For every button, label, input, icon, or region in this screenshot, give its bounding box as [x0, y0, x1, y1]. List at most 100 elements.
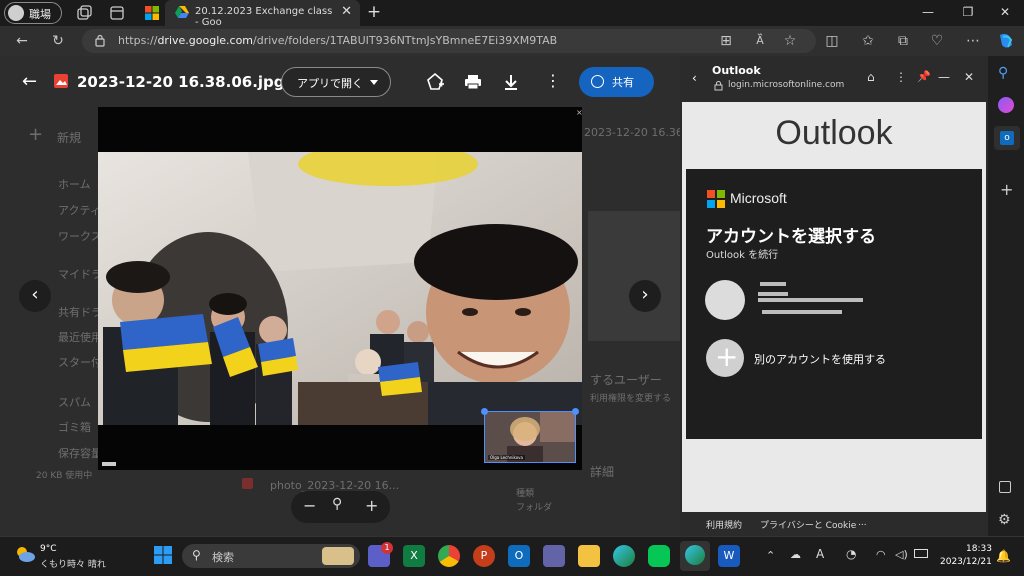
storage-usage: 20 KB 使用中 [36, 471, 93, 481]
new-tab-button[interactable]: + [364, 2, 384, 22]
pip-resize-handle[interactable] [481, 408, 488, 415]
plus-icon: + [28, 124, 44, 145]
file-explorer-icon[interactable] [578, 545, 600, 567]
panel-more-icon[interactable]: ⋮ [895, 70, 907, 84]
type-value: フォルダ [516, 503, 553, 513]
read-aloud-icon[interactable]: A᷈ [750, 32, 770, 50]
print-icon[interactable] [463, 72, 483, 92]
magnifier-icon[interactable]: ⚲ [332, 496, 342, 512]
notification-bell-icon[interactable]: 🔔 [996, 549, 1011, 563]
temperature: 9°C [40, 544, 57, 554]
signal-icon [102, 462, 116, 466]
pip-resize-handle[interactable] [572, 408, 579, 415]
split-screen-icon[interactable]: ◫ [822, 32, 842, 50]
add-shortcut-icon[interactable] [425, 72, 445, 92]
search-placeholder: 検索 [212, 551, 234, 564]
excel-icon[interactable]: X [403, 545, 425, 567]
url-text[interactable]: https://drive.google.com/drive/folders/1… [118, 34, 557, 47]
battery-icon[interactable] [914, 549, 928, 558]
more-options-icon[interactable]: ⋮ [545, 71, 561, 90]
panel-close-icon[interactable]: ✕ [964, 70, 974, 84]
favorites-icon[interactable]: ✩ [858, 32, 878, 50]
clock-date[interactable]: 2023/12/21 [940, 557, 992, 567]
tab-active[interactable]: 20.12.2023 Exchange class - Goo ✕ [165, 0, 360, 28]
terms-link[interactable]: 利用規約 [706, 518, 742, 531]
microsoft-brand: Microsoft [730, 190, 787, 206]
apps-icon[interactable]: ⊞ [716, 32, 736, 50]
collections-icon[interactable]: ⧉ [893, 32, 913, 50]
teams-icon[interactable] [543, 545, 565, 567]
nav-item-home: ホーム [58, 178, 91, 191]
lock-icon[interactable] [94, 34, 106, 47]
account-picker-heading: アカウントを選択する [706, 227, 876, 247]
profile-button[interactable]: 職場 [4, 2, 62, 24]
panel-back-icon[interactable]: ‹ [692, 71, 697, 85]
copilot-icon[interactable] [996, 31, 1016, 51]
line-icon[interactable] [648, 545, 670, 567]
copilot-sidebar-icon[interactable] [998, 97, 1014, 113]
taskbar-search[interactable]: ⚲ 検索 [182, 544, 360, 568]
pip-video[interactable]: Olga Lechnikova [484, 411, 576, 463]
avatar [8, 5, 24, 21]
use-other-account[interactable]: + 別のアカウントを使用する [700, 333, 970, 383]
outlook-app-icon[interactable]: O [508, 545, 530, 567]
focus-icon[interactable]: ◔ [846, 547, 856, 561]
more-icon[interactable]: ⋯ [963, 32, 983, 50]
ime-icon[interactable]: A [816, 547, 824, 561]
back-arrow-icon[interactable]: ← [22, 73, 37, 91]
edge-active-icon[interactable] [680, 541, 710, 571]
search-highlight-icon [322, 547, 354, 565]
download-icon[interactable] [501, 72, 521, 92]
windows-start-icon[interactable] [153, 545, 173, 565]
tab-title: 20.12.2023 Exchange class - Goo [195, 6, 333, 28]
zoom-out-icon[interactable]: − [303, 496, 316, 515]
outlook-logo: Outlook [775, 114, 893, 152]
outlook-sidebar-icon[interactable]: o [994, 126, 1020, 150]
back-icon[interactable]: ← [12, 32, 32, 50]
onedrive-icon[interactable]: ☁ [790, 548, 801, 561]
powerpoint-icon[interactable]: P [473, 545, 495, 567]
hide-sidebar-icon[interactable] [999, 481, 1011, 493]
workspaces-icon[interactable] [75, 4, 93, 22]
pin-icon[interactable]: 📌 [917, 70, 931, 83]
weather-cloud-sun-icon[interactable] [14, 545, 36, 563]
health-icon[interactable]: ♡ [927, 32, 947, 50]
next-image-button[interactable]: › [629, 280, 661, 312]
microsoft-tab-icon[interactable] [143, 4, 161, 22]
favorite-star-icon[interactable]: ☆ [780, 32, 800, 50]
add-sidebar-app-icon[interactable]: + [1000, 180, 1013, 199]
previous-image-button[interactable]: ‹ [19, 280, 51, 312]
photo-image[interactable] [98, 152, 582, 425]
edge-icon[interactable] [613, 545, 635, 567]
close-tab-icon[interactable]: ✕ [341, 4, 352, 19]
refresh-icon[interactable]: ↻ [48, 32, 68, 50]
ukraine-flag [378, 362, 422, 396]
word-icon[interactable]: W [718, 545, 740, 567]
volume-icon[interactable]: ◁) [895, 548, 908, 561]
minimize-button[interactable]: — [918, 5, 938, 19]
details-thumbnail [588, 211, 680, 341]
profile-label: 職場 [29, 8, 51, 21]
tab-actions-icon[interactable] [108, 4, 126, 22]
home-icon[interactable]: ⌂ [867, 70, 875, 84]
share-button[interactable]: 共有 [579, 67, 654, 97]
pip-participant-name: Olga Lechnikova [488, 455, 525, 460]
overlay-close-icon[interactable]: × [576, 108, 583, 117]
close-window-button[interactable]: ✕ [995, 5, 1015, 19]
clock-time[interactable]: 18:33 [966, 544, 992, 554]
open-with-button[interactable]: アプリで開く [281, 67, 391, 97]
settings-gear-icon[interactable]: ⚙ [998, 512, 1011, 528]
url-domain: drive.google.com [157, 34, 254, 47]
footer-more-link[interactable]: ... [858, 518, 867, 528]
maximize-button[interactable]: ❐ [958, 5, 978, 19]
zoom-in-icon[interactable]: + [365, 496, 378, 515]
add-account-icon: + [706, 339, 744, 377]
tray-expand-icon[interactable]: ⌃ [766, 549, 775, 562]
wifi-icon[interactable]: ◠ [876, 548, 886, 561]
privacy-link[interactable]: プライバシーと Cookie [760, 518, 856, 531]
notification-badge: 1 [381, 542, 393, 554]
panel-minimize-icon[interactable]: — [938, 70, 950, 84]
search-icon[interactable]: ⚲ [998, 65, 1008, 81]
chrome-icon[interactable] [438, 545, 460, 567]
account-item[interactable] [700, 274, 970, 326]
